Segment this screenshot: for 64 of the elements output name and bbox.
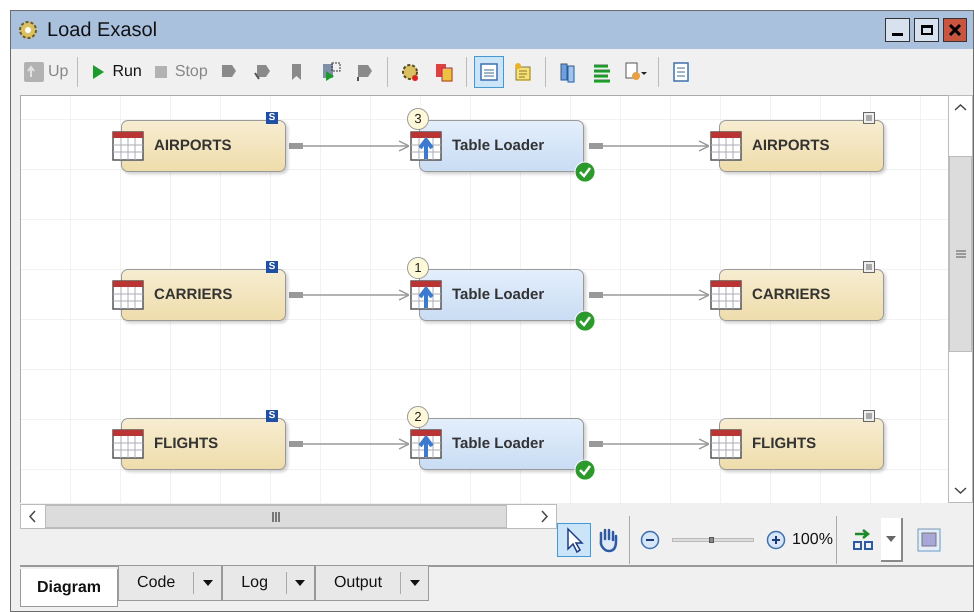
table-node[interactable]: AIRPORTS xyxy=(719,120,884,172)
table-icon xyxy=(112,280,144,310)
tab[interactable]: Code xyxy=(118,565,222,601)
zoom-out-icon[interactable] xyxy=(640,530,660,550)
table-node[interactable]: AIRPORTS xyxy=(121,120,286,172)
slider-thumb[interactable] xyxy=(709,537,714,543)
table-upload-icon xyxy=(410,429,442,459)
table-icon xyxy=(710,429,742,459)
table-mark-icon xyxy=(863,261,875,273)
source-badge: S xyxy=(266,410,278,422)
horizontal-scrollbar[interactable] xyxy=(20,504,557,529)
table-node[interactable]: CARRIERS xyxy=(121,269,286,321)
zoom-in-icon[interactable] xyxy=(766,530,786,550)
zoom-reading: 100% xyxy=(792,530,833,550)
caret-icon xyxy=(886,536,896,542)
caret-icon xyxy=(202,580,213,586)
transform-node[interactable]: Table Loader xyxy=(419,269,584,321)
document-dropdown-icon xyxy=(622,61,649,83)
tab[interactable]: Diagram xyxy=(20,569,118,607)
table-mark-icon xyxy=(863,410,875,422)
node-label: AIRPORTS xyxy=(752,136,830,156)
source-badge: S xyxy=(266,112,278,124)
caret-icon xyxy=(295,580,306,586)
table-mark-icon xyxy=(863,112,875,124)
node-label: FLIGHTS xyxy=(752,434,816,454)
node-label: Table Loader xyxy=(452,434,544,454)
node-label: Table Loader xyxy=(452,136,544,156)
close-icon xyxy=(949,24,961,36)
tab[interactable]: Output xyxy=(314,565,430,601)
source-badge: S xyxy=(266,261,278,273)
table-upload-icon xyxy=(410,131,442,161)
maximize-button[interactable] xyxy=(914,18,939,42)
window-title: Load Exasol xyxy=(47,18,158,43)
overview-icon[interactable] xyxy=(916,528,941,552)
table-icon xyxy=(710,280,742,310)
node-label: Table Loader xyxy=(452,284,544,305)
table-icon xyxy=(112,131,144,161)
gear-icon xyxy=(17,19,39,41)
node-label: CARRIERS xyxy=(752,284,830,305)
grip-icon xyxy=(271,512,281,522)
table-node[interactable]: FLIGHTS xyxy=(719,418,884,470)
zoom-slider[interactable] xyxy=(672,538,754,542)
table-icon xyxy=(112,429,144,459)
node-label: FLIGHTS xyxy=(154,434,218,454)
node-label: CARRIERS xyxy=(154,284,232,305)
grip-icon xyxy=(956,250,966,258)
node-label: AIRPORTS xyxy=(154,136,232,156)
scroll-thumb[interactable] xyxy=(45,505,507,528)
table-node[interactable]: CARRIERS xyxy=(719,269,884,321)
tab[interactable]: Log xyxy=(222,565,315,601)
table-upload-icon xyxy=(410,280,442,310)
minimize-button[interactable] xyxy=(885,18,910,42)
vertical-scrollbar[interactable] xyxy=(948,95,973,503)
toolbar-button[interactable]: Run xyxy=(85,57,144,87)
table-node[interactable]: FLIGHTS xyxy=(121,418,286,470)
close-button[interactable] xyxy=(943,18,967,42)
transform-node[interactable]: Table Loader xyxy=(419,418,584,470)
layout-icon[interactable] xyxy=(850,528,875,552)
caret-icon xyxy=(410,580,420,586)
table-icon xyxy=(710,131,742,161)
scroll-thumb[interactable] xyxy=(949,156,972,352)
tool-button[interactable] xyxy=(557,523,591,557)
diagram-icon xyxy=(478,61,500,83)
toolbar-button[interactable] xyxy=(474,56,504,88)
